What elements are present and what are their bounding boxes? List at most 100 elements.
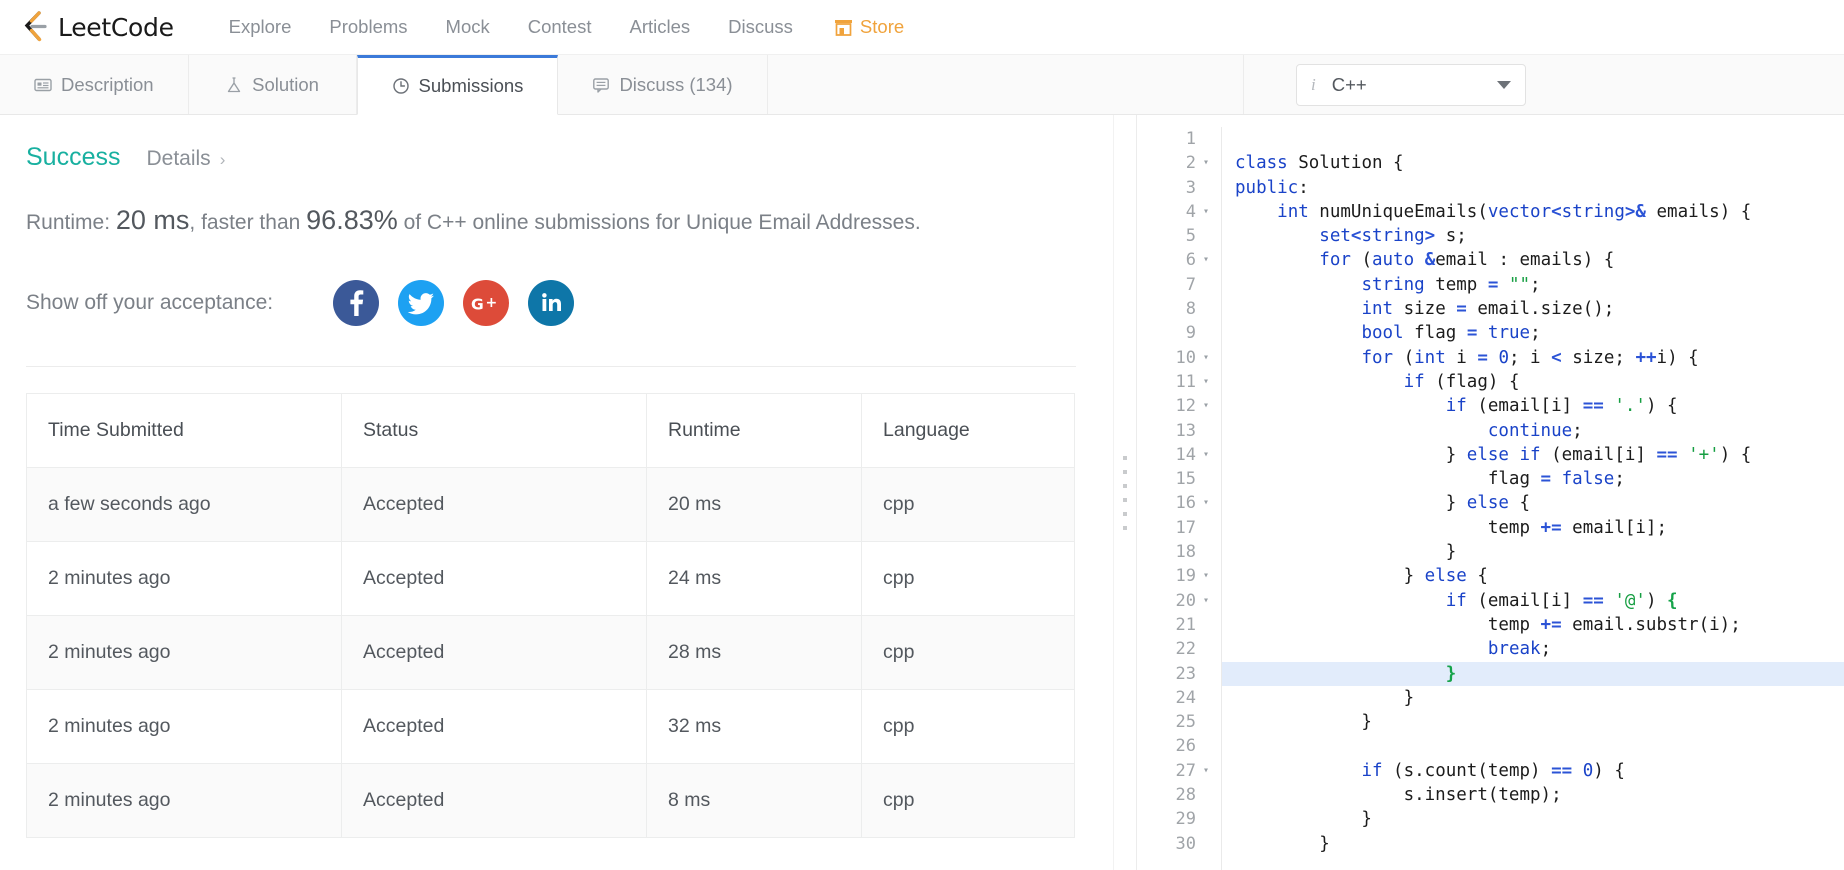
comment-icon (592, 76, 610, 94)
code-line[interactable]: } (1235, 540, 1844, 564)
share-linkedin-button[interactable] (528, 280, 574, 326)
code-line[interactable]: flag = false; (1235, 467, 1844, 491)
nav-link-articles[interactable]: Articles (630, 16, 691, 38)
fold-arrow-icon[interactable]: ▾ (1201, 564, 1209, 588)
cell-runtime: 28 ms (647, 616, 862, 690)
submissions-panel: Success Details › Runtime: 20 ms, faster… (0, 115, 1113, 870)
column-header-status[interactable]: Status (342, 394, 647, 468)
code-line[interactable]: } (1235, 832, 1844, 856)
problem-tab-bar: Description Solution Submissions (0, 55, 1844, 115)
result-status-row: Success Details › (26, 143, 1113, 172)
tab-solution[interactable]: Solution (189, 55, 357, 114)
nav-link-problems[interactable]: Problems (329, 16, 407, 38)
code-line[interactable]: if (s.count(temp) == 0) { (1235, 759, 1844, 783)
cell-status[interactable]: Accepted (342, 542, 647, 616)
code-line[interactable]: public: (1235, 176, 1844, 200)
tab-submissions[interactable]: Submissions (357, 55, 559, 115)
line-number: 14▾ (1137, 443, 1213, 467)
nav-link-contest[interactable]: Contest (528, 16, 592, 38)
column-header-runtime[interactable]: Runtime (647, 394, 862, 468)
cell-status[interactable]: Accepted (342, 468, 647, 542)
code-line[interactable]: temp += email[i]; (1235, 516, 1844, 540)
nav-link-store[interactable]: Store (834, 16, 904, 38)
language-select-value: C++ (1332, 74, 1497, 96)
line-number: 15 (1137, 467, 1213, 491)
code-line[interactable]: } (1235, 686, 1844, 710)
store-label: Store (860, 16, 904, 38)
fold-arrow-icon[interactable]: ▾ (1201, 394, 1209, 418)
cell-time-submitted: 2 minutes ago (27, 764, 342, 838)
cell-status[interactable]: Accepted (342, 616, 647, 690)
code-line[interactable]: } else { (1235, 491, 1844, 515)
tab-discuss[interactable]: Discuss (134) (558, 55, 767, 114)
nav-link-mock[interactable]: Mock (446, 16, 490, 38)
chevron-right-icon: › (220, 150, 226, 170)
code-line[interactable]: int size = email.size(); (1235, 297, 1844, 321)
tab-description[interactable]: Description (0, 55, 189, 114)
code-line[interactable]: } (1222, 662, 1844, 686)
code-line[interactable]: set<string> s; (1235, 224, 1844, 248)
code-line[interactable]: if (email[i] == '@') { (1235, 589, 1844, 613)
code-line[interactable]: class Solution { (1235, 151, 1844, 175)
leetcode-logo[interactable]: LeetCode (22, 10, 174, 44)
line-number: 8 (1137, 297, 1213, 321)
nav-link-discuss[interactable]: Discuss (728, 16, 793, 38)
fold-arrow-icon[interactable]: ▾ (1201, 370, 1209, 394)
line-number: 12▾ (1137, 394, 1213, 418)
code-line[interactable]: } (1235, 807, 1844, 831)
code-line[interactable]: } (1235, 710, 1844, 734)
line-number: 30 (1137, 832, 1213, 856)
leetcode-logo-icon (22, 10, 52, 44)
fold-arrow-icon[interactable]: ▾ (1201, 200, 1209, 224)
submissions-table: Time Submitted Status Runtime Language a… (26, 393, 1075, 838)
faster-suffix: of C++ online submissions for Unique Ema… (404, 211, 921, 234)
fold-arrow-icon[interactable]: ▾ (1201, 759, 1209, 783)
fold-arrow-icon[interactable]: ▾ (1201, 589, 1209, 613)
table-row[interactable]: 2 minutes ago Accepted 8 ms cpp (27, 764, 1075, 838)
code-line[interactable] (1235, 734, 1844, 758)
cell-time-submitted: a few seconds ago (27, 468, 342, 542)
column-header-time-submitted[interactable]: Time Submitted (27, 394, 342, 468)
fold-arrow-icon[interactable]: ▾ (1201, 248, 1209, 272)
code-line[interactable]: if (flag) { (1235, 370, 1844, 394)
language-select[interactable]: i C++ (1296, 64, 1526, 106)
code-line[interactable]: int numUniqueEmails(vector<string>& emai… (1235, 200, 1844, 224)
editor-code-area[interactable]: class Solution {public: int numUniqueEma… (1222, 127, 1844, 870)
code-line[interactable]: if (email[i] == '.') { (1235, 394, 1844, 418)
table-row[interactable]: 2 minutes ago Accepted 24 ms cpp (27, 542, 1075, 616)
share-twitter-button[interactable] (398, 280, 444, 326)
nav-link-explore[interactable]: Explore (229, 16, 292, 38)
pane-splitter-handle[interactable] (1113, 115, 1137, 870)
fold-arrow-icon[interactable]: ▾ (1201, 346, 1209, 370)
code-line[interactable]: } else { (1235, 564, 1844, 588)
table-row[interactable]: 2 minutes ago Accepted 32 ms cpp (27, 690, 1075, 764)
code-line[interactable]: bool flag = true; (1235, 321, 1844, 345)
line-number: 25 (1137, 710, 1213, 734)
code-line[interactable]: string temp = ""; (1235, 273, 1844, 297)
details-link[interactable]: Details › (146, 147, 225, 171)
line-number: 2▾ (1137, 151, 1213, 175)
cell-status[interactable]: Accepted (342, 764, 647, 838)
code-line[interactable]: } else if (email[i] == '+') { (1235, 443, 1844, 467)
main-content: Success Details › Runtime: 20 ms, faster… (0, 115, 1844, 870)
code-line[interactable]: temp += email.substr(i); (1235, 613, 1844, 637)
fold-arrow-icon[interactable]: ▾ (1201, 443, 1209, 467)
line-number: 28 (1137, 783, 1213, 807)
code-line[interactable]: s.insert(temp); (1235, 783, 1844, 807)
code-line[interactable]: continue; (1235, 419, 1844, 443)
code-line[interactable]: for (auto &email : emails) { (1235, 248, 1844, 272)
table-row[interactable]: 2 minutes ago Accepted 28 ms cpp (27, 616, 1075, 690)
submissions-table-head: Time Submitted Status Runtime Language (27, 394, 1075, 468)
code-line[interactable] (1235, 127, 1844, 151)
share-facebook-button[interactable] (333, 280, 379, 326)
fold-arrow-icon[interactable]: ▾ (1201, 491, 1209, 515)
share-googleplus-button[interactable]: G + (463, 280, 509, 326)
table-row[interactable]: a few seconds ago Accepted 20 ms cpp (27, 468, 1075, 542)
code-line[interactable]: break; (1235, 637, 1844, 661)
column-header-language[interactable]: Language (862, 394, 1075, 468)
cell-status[interactable]: Accepted (342, 690, 647, 764)
code-editor[interactable]: 12▾34▾56▾78910▾11▾12▾1314▾1516▾171819▾20… (1137, 115, 1844, 870)
code-line[interactable]: for (int i = 0; i < size; ++i) { (1235, 346, 1844, 370)
fold-arrow-icon[interactable]: ▾ (1201, 151, 1209, 175)
submissions-table-body: a few seconds ago Accepted 20 ms cpp 2 m… (27, 468, 1075, 838)
